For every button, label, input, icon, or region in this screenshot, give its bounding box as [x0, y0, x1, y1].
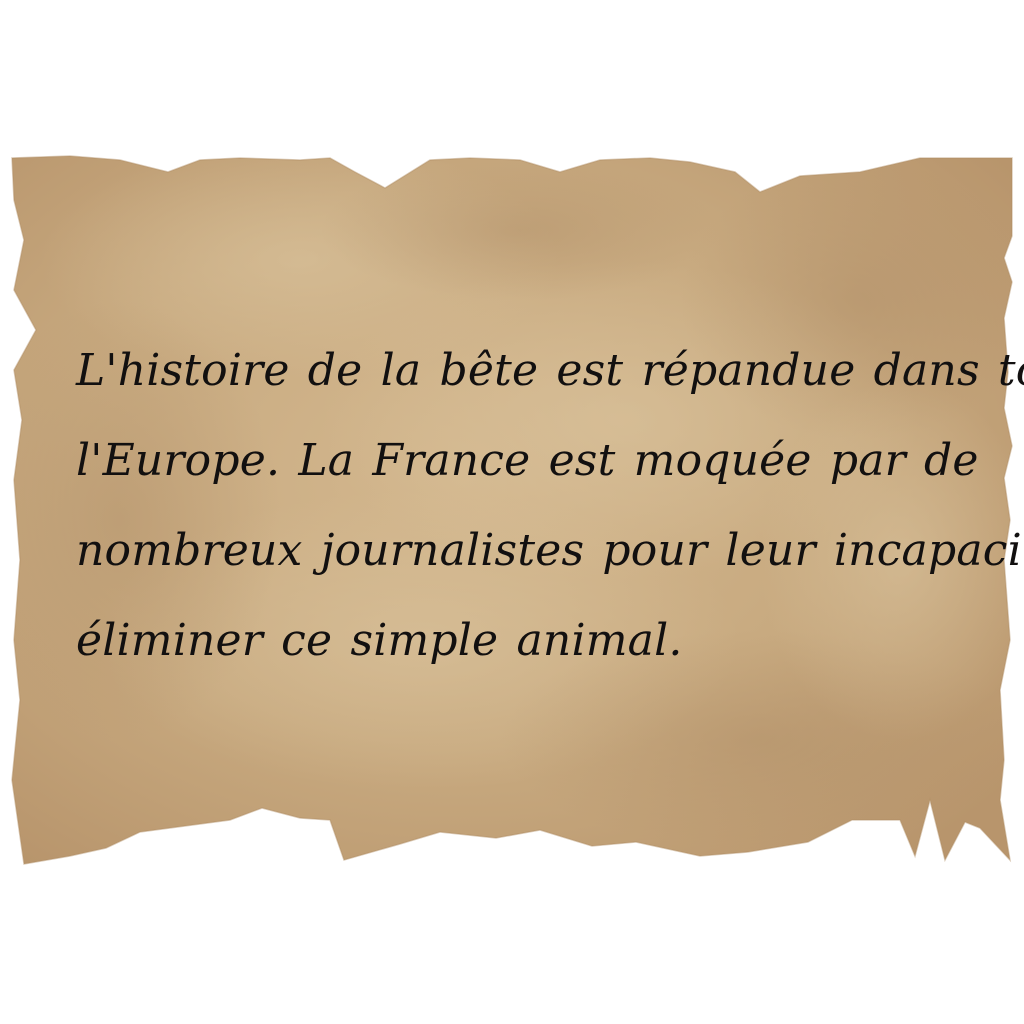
page-canvas: L'histoire de la bête est répandue dans …	[0, 0, 1024, 1024]
letter-line-4: éliminer ce simple animal.	[76, 615, 683, 666]
letter-line-2: l'Europe. La France est moquée par de	[76, 435, 979, 486]
letter-line-1: L'histoire de la bête est répandue dans …	[76, 345, 1024, 396]
letter-line-3: nombreux journalistes pour leur incapaci…	[76, 525, 1024, 576]
letter-text: L'histoire de la bête est répandue dans …	[76, 326, 1024, 686]
